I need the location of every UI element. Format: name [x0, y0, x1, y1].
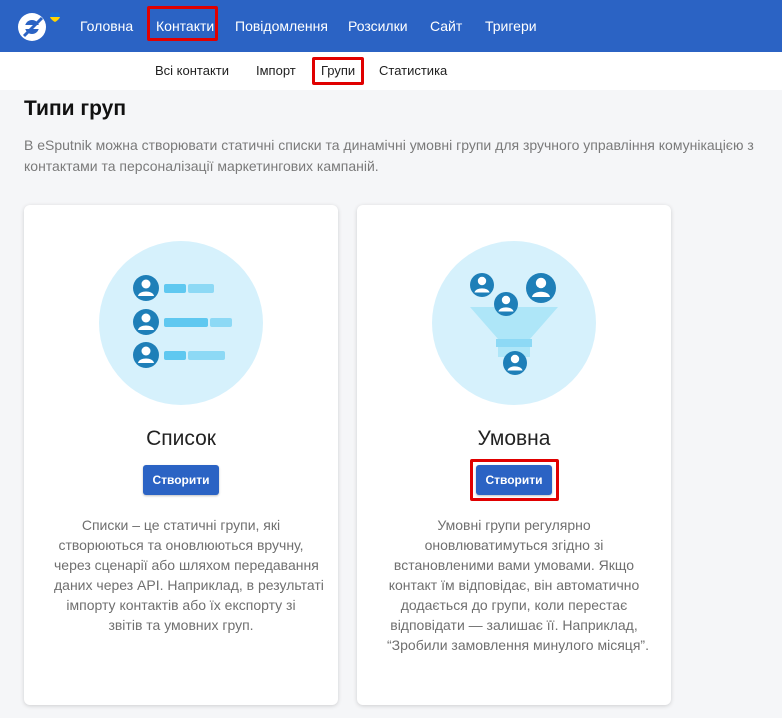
conditional-group-card: Умовна Створити Умовні групи регулярно о… [357, 205, 671, 705]
card-description-line: Списки – це статичні групи, які [81, 517, 281, 533]
page-intro: В eSputnik можна створювати статичні спи… [24, 135, 782, 177]
nav-messages[interactable]: Повідомлення [235, 0, 328, 52]
card-description-line: додається до групи, коли перестає [400, 597, 628, 613]
subnav-statistics[interactable]: Статистика [379, 52, 447, 90]
card-description: Списки – це статичні групи, які створюют… [54, 515, 324, 635]
create-list-button[interactable]: Створити [143, 465, 219, 495]
card-description-line: “Зробили замовлення минулого місяця”. [387, 637, 649, 653]
page-intro-line: В eSputnik можна створювати статичні спи… [24, 137, 754, 153]
sub-navigation-bar: Всі контакти Імпорт Групи Статистика [0, 52, 782, 90]
create-conditional-button[interactable]: Створити [476, 465, 552, 495]
page-intro-line: контактами та персоналізації маркетингов… [24, 158, 379, 174]
card-title: Список [146, 427, 216, 450]
card-description-line: імпорту контактів або їх експорту зі [66, 597, 296, 613]
nav-campaigns[interactable]: Розсилки [348, 0, 408, 52]
card-description-line: через сценарії або шляхом передавання [54, 557, 319, 573]
nav-contacts[interactable]: Контакти [156, 0, 214, 52]
card-description-line: контакт їм відповідає, він автоматично [388, 577, 640, 593]
card-description-line: відповідати — залишає її. Наприклад, [390, 617, 638, 633]
nav-triggers[interactable]: Тригери [485, 0, 537, 52]
nav-home[interactable]: Головна [80, 0, 133, 52]
card-title: Умовна [477, 427, 551, 450]
card-description-line: даних через API. Наприклад, в результаті [54, 577, 324, 593]
funnel-filter-icon [432, 241, 596, 405]
nav-site[interactable]: Сайт [430, 0, 462, 52]
top-navigation-bar: Головна Контакти Повідомлення Розсилки С… [0, 0, 782, 52]
esputnik-logo-icon[interactable] [14, 8, 66, 44]
card-description-line: встановленими вами умовами. Якщо [393, 557, 635, 573]
subnav-import[interactable]: Імпорт [256, 52, 296, 90]
list-group-card: Список Створити Списки – це статичні гру… [24, 205, 338, 705]
page-title: Типи груп [24, 97, 127, 120]
card-description-line: створюються та оновлюються вручну, [58, 537, 304, 553]
subnav-groups[interactable]: Групи [321, 52, 355, 90]
static-list-icon [99, 241, 263, 405]
card-description-line: оновлюватимуться згідно зі [424, 537, 604, 553]
subnav-all-contacts[interactable]: Всі контакти [155, 52, 229, 90]
card-description: Умовні групи регулярно оновлюватимуться … [387, 515, 649, 655]
card-description-line: звітів та умовних груп. [108, 617, 254, 633]
card-description-line: Умовні групи регулярно [437, 517, 591, 533]
